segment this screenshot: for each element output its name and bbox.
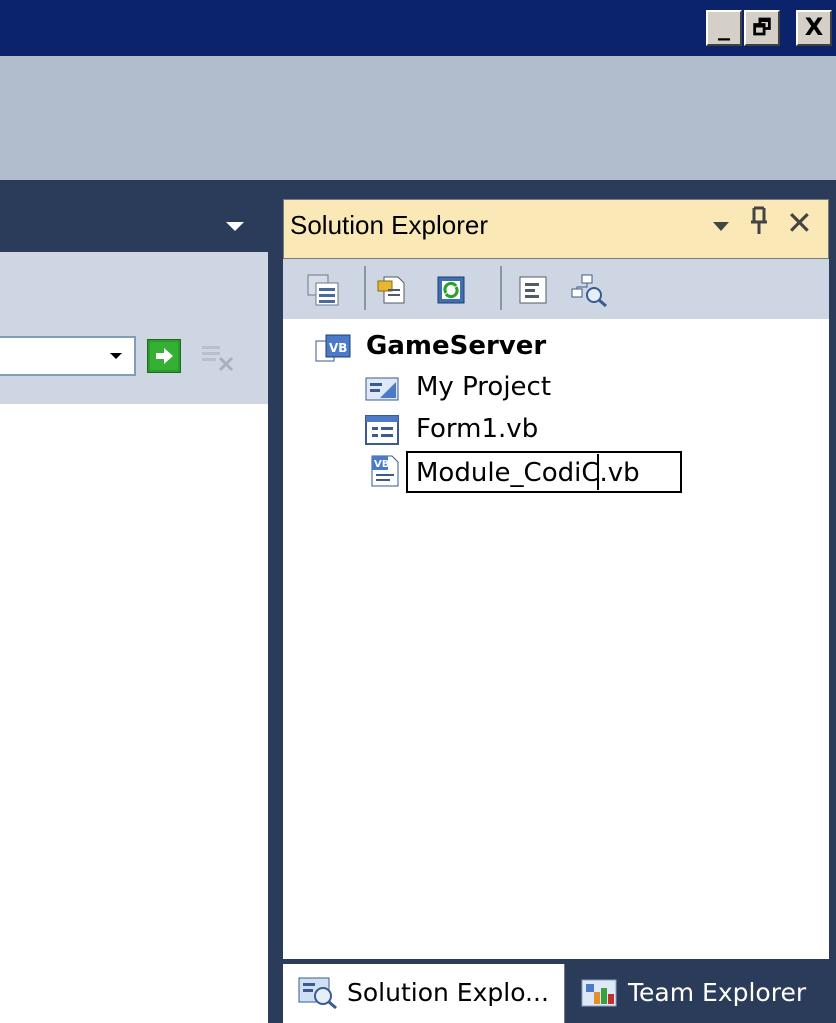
refresh-icon[interactable] — [434, 273, 468, 307]
document-toolstrip — [0, 252, 268, 404]
show-all-files-icon[interactable] — [376, 273, 410, 307]
go-button[interactable] — [147, 339, 181, 373]
tree-node-form1[interactable]: Form1.vb — [416, 414, 538, 444]
view-code-icon[interactable] — [516, 273, 550, 307]
tree-node-gameserver[interactable]: GameServer — [366, 331, 546, 361]
window-position-dropdown-icon[interactable] — [713, 222, 729, 231]
arrow-right-icon — [150, 342, 178, 370]
document-list-dropdown-icon[interactable] — [226, 222, 244, 231]
close-panel-icon[interactable]: ✕ — [786, 204, 813, 242]
class-diagram-icon[interactable] — [570, 273, 607, 308]
title-bar: _ 🗗 X — [0, 0, 836, 56]
minimize-button[interactable]: _ — [706, 10, 742, 46]
properties-icon[interactable] — [306, 273, 340, 307]
rename-extension-part: .vb — [599, 458, 640, 488]
vb-module-icon: VB — [368, 454, 402, 488]
combo-dropdown-icon[interactable] — [110, 353, 122, 359]
auto-hide-pin-icon[interactable] — [748, 206, 770, 244]
document-tabstrip — [0, 180, 268, 252]
toolbar-separator — [364, 266, 366, 310]
toolbar-separator — [500, 266, 502, 310]
minimize-glyph: _ — [718, 13, 730, 41]
rename-input-text: Module_CodiC.vb — [416, 458, 640, 488]
vb-project-icon: VB — [314, 331, 354, 365]
close-window-button[interactable]: X — [796, 10, 832, 46]
restore-button[interactable]: 🗗 — [744, 10, 780, 46]
tree-node-my-project[interactable]: My Project — [416, 372, 551, 402]
pin-icon — [751, 206, 767, 234]
my-project-icon — [364, 374, 400, 404]
text-caret — [597, 454, 599, 490]
restore-glyph: 🗗 — [752, 15, 772, 39]
panel-title: Solution Explorer — [290, 210, 488, 240]
close-glyph: X — [804, 13, 824, 41]
toolbar-area — [0, 56, 836, 180]
form-icon — [364, 414, 400, 446]
rename-name-part: Module_CodiC — [416, 458, 600, 488]
solution-explorer-icon — [297, 974, 339, 1010]
tab-solution-explorer-label: Solution Explo... — [347, 978, 549, 1007]
team-explorer-icon — [580, 976, 620, 1010]
svg-text:VB: VB — [374, 459, 389, 470]
tab-team-explorer[interactable]: Team Explorer — [628, 978, 806, 1007]
clear-filter-icon — [202, 346, 234, 372]
svg-text:VB: VB — [329, 341, 347, 355]
clear-button[interactable] — [200, 340, 236, 374]
